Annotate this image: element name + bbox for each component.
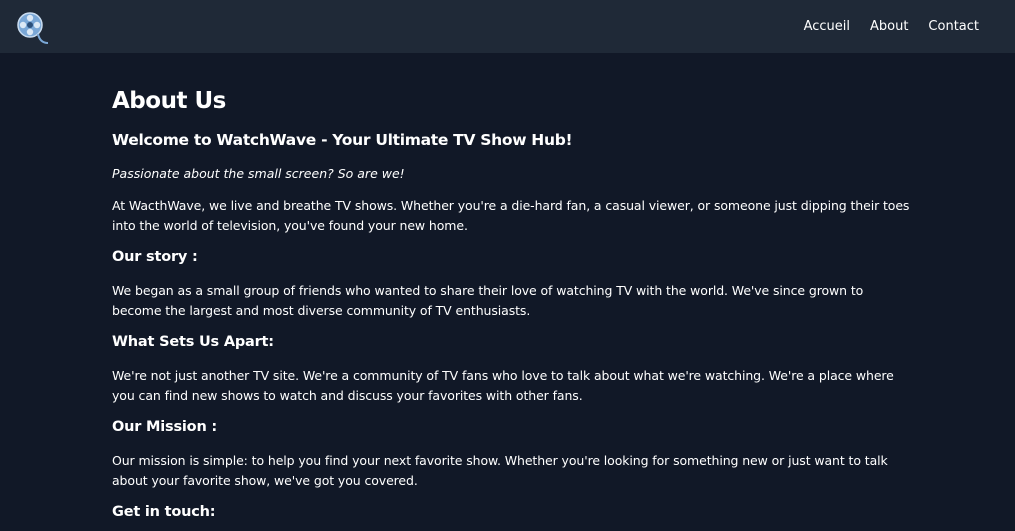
nav-link-contact[interactable]: Contact: [928, 19, 979, 34]
film-reel-icon[interactable]: [16, 11, 50, 45]
section-text-our-mission: Our mission is simple: to help you find …: [112, 453, 888, 488]
section-text-our-story: We began as a small group of friends who…: [112, 283, 864, 318]
about-content: About Us Welcome to WatchWave - Your Ult…: [112, 85, 912, 523]
section-heading-get-in-touch: Get in touch:: [112, 504, 216, 520]
section-text-what-sets-us-apart: We're not just another TV site. We're a …: [112, 368, 894, 403]
page-subtitle: Welcome to WatchWave - Your Ultimate TV …: [112, 131, 573, 149]
page-title: About Us: [112, 88, 226, 114]
section-heading-what-sets-us-apart: What Sets Us Apart:: [112, 334, 274, 350]
section-heading-our-story: Our story :: [112, 249, 198, 265]
tagline: Passionate about the small screen? So ar…: [112, 166, 405, 181]
nav-link-accueil[interactable]: Accueil: [804, 19, 850, 34]
nav-link-about[interactable]: About: [870, 19, 908, 34]
nav-links: Accueil About Contact: [804, 0, 979, 53]
section-heading-our-mission: Our Mission :: [112, 419, 218, 435]
navbar: Accueil About Contact: [0, 0, 1015, 53]
intro-text: At WacthWave, we live and breathe TV sho…: [112, 198, 910, 233]
